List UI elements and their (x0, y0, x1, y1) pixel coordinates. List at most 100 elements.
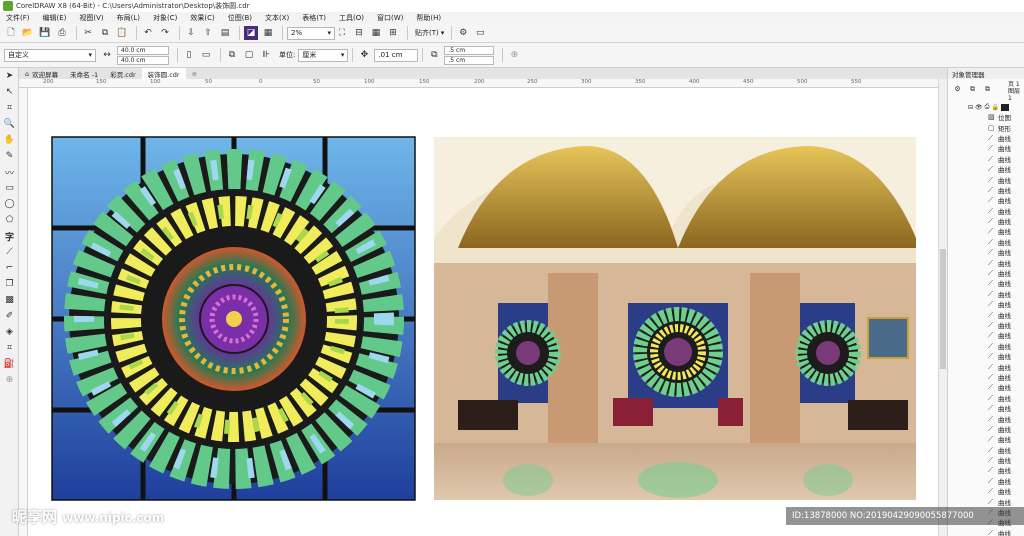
zoom-level-select[interactable]: 2% ▾ (287, 26, 335, 40)
lock-icon[interactable]: 🔒 (991, 104, 998, 111)
edit-across-layers-icon[interactable]: ⧉ (982, 84, 993, 95)
object-list-item[interactable]: ⟋ 曲线 (948, 486, 1024, 496)
object-list-item[interactable]: ⟋ 曲线 (948, 361, 1024, 372)
object-list-item[interactable]: ⟋ 曲线 (948, 434, 1024, 444)
menu-bitmaps[interactable]: 位图(B) (228, 13, 252, 23)
object-list-item[interactable]: ⟋ 曲线 (948, 476, 1024, 486)
snap-to-dropdown[interactable]: 贴齐(T) ▾ (412, 27, 447, 40)
tab-welcome-screen[interactable]: ⌂ 欢迎屏幕 (19, 68, 64, 79)
landscape-icon[interactable]: ▭ (199, 48, 213, 62)
menu-window[interactable]: 窗口(W) (377, 13, 403, 23)
page-width-input[interactable]: 40.0 cm (117, 45, 169, 55)
object-list-item[interactable]: ⟋ 曲线 (948, 393, 1024, 403)
undo-icon[interactable]: ↶ (141, 26, 155, 40)
tab-caiye[interactable]: 彩页.cdr (104, 68, 141, 79)
redo-icon[interactable]: ↷ (158, 26, 172, 40)
full-screen-icon[interactable]: ⛶ (335, 26, 349, 40)
print-icon[interactable]: ⎙ (55, 26, 69, 40)
app-launcher-icon[interactable]: ▦ (261, 26, 275, 40)
parallel-dimension-icon[interactable]: ⟋ (0, 244, 19, 260)
object-list-item[interactable]: ⟋ 曲线 (948, 320, 1024, 330)
object-list-item[interactable]: ⟋ 曲线 (948, 403, 1024, 413)
object-list-item[interactable]: ⟋ 曲线 (948, 341, 1024, 351)
smart-fill-icon[interactable]: ⛽ (0, 356, 19, 372)
object-list-item[interactable]: ⟋ 曲线 (948, 413, 1024, 424)
vertical-ruler[interactable] (19, 88, 28, 536)
pan-tool-icon[interactable]: ✋ (0, 132, 19, 148)
copy-icon[interactable]: ⧉ (98, 26, 112, 40)
options-gear-icon[interactable]: ⚙ (456, 26, 470, 40)
pick-tool-icon[interactable]: ➤ (0, 68, 19, 84)
page-size-select[interactable]: 自定义 ▾ (4, 48, 96, 62)
object-list-item[interactable]: ⟋ 曲线 (948, 528, 1024, 536)
interactive-fill-icon[interactable]: ◈ (0, 324, 19, 340)
show-grid-icon[interactable]: ▦ (369, 26, 383, 40)
menu-view[interactable]: 视图(V) (79, 13, 103, 23)
menu-file[interactable]: 文件(F) (6, 13, 30, 23)
duplicate-y-input[interactable]: .5 cm (444, 55, 495, 65)
add-tool-icon[interactable]: ⊕ (0, 372, 19, 388)
object-list-item[interactable]: ⟋ 曲线 (948, 278, 1024, 288)
scrollbar-thumb[interactable] (940, 249, 946, 369)
zoom-tool-icon[interactable]: 🔍 (0, 116, 19, 132)
all-pages-icon[interactable]: ⧉ (225, 48, 239, 62)
transparency-tool-icon[interactable]: ▩ (0, 292, 19, 308)
menu-table[interactable]: 表格(T) (302, 13, 326, 23)
portrait-icon[interactable]: ▯ (182, 48, 196, 62)
object-list-item[interactable]: ⟋ 曲线 (948, 206, 1024, 216)
page-layout-icon[interactable]: ⊪ (259, 48, 273, 62)
object-list-item[interactable]: ⟋ 曲线 (948, 143, 1024, 153)
import-icon[interactable]: ⇩ (184, 26, 198, 40)
menu-tools[interactable]: 工具(O) (339, 13, 364, 23)
object-list-item[interactable]: ⟋ 曲线 (948, 174, 1024, 185)
object-list-item[interactable]: ⟋ 曲线 (948, 496, 1024, 507)
visibility-eye-icon[interactable]: 👁 (975, 104, 983, 111)
drop-shadow-icon[interactable]: ❐ (0, 276, 19, 292)
object-list-item[interactable]: ▨ 位图 (948, 112, 1024, 122)
menu-layout[interactable]: 布局(L) (117, 13, 140, 23)
launch-icon[interactable]: ▭ (473, 26, 487, 40)
tab-zhuangshiyuan[interactable]: 装饰圆.cdr (141, 68, 186, 79)
menu-text[interactable]: 文本(X) (265, 13, 289, 23)
add-page-icon[interactable]: ⊕ (507, 48, 521, 62)
object-list-item[interactable]: ⟋ 曲线 (948, 455, 1024, 465)
artistic-media-icon[interactable]: 〰 (0, 164, 19, 180)
object-list-item[interactable]: ⟋ 曲线 (948, 351, 1024, 361)
object-list-item[interactable]: ⟋ 曲线 (948, 154, 1024, 164)
object-list-item[interactable]: ⟋ 曲线 (948, 309, 1024, 320)
object-list-item[interactable]: ⟋ 曲线 (948, 247, 1024, 257)
object-list-item[interactable]: ⟋ 曲线 (948, 289, 1024, 299)
object-list-item[interactable]: ⟋ 曲线 (948, 465, 1024, 475)
current-page-icon[interactable]: ▢ (242, 48, 256, 62)
object-list-item[interactable]: ⟋ 曲线 (948, 268, 1024, 278)
object-list-item[interactable]: ⟋ 曲线 (948, 372, 1024, 382)
drawing-canvas[interactable] (28, 88, 938, 536)
cut-icon[interactable]: ✂ (81, 26, 95, 40)
interior-photo[interactable] (434, 137, 916, 500)
duplicate-x-input[interactable]: .5 cm (444, 45, 495, 55)
save-icon[interactable]: 💾 (38, 26, 52, 40)
rectangle-tool-icon[interactable]: ▭ (0, 180, 19, 196)
export-icon[interactable]: ⇧ (201, 26, 215, 40)
text-tool-icon[interactable]: 字 (0, 228, 19, 244)
mesh-fill-icon[interactable]: ⌗ (0, 340, 19, 356)
page-height-input[interactable]: 40.0 cm (117, 55, 169, 65)
menu-object[interactable]: 对象(C) (153, 13, 177, 23)
layer-row[interactable]: ⊟ 👁 ⎙ 🔒 (948, 102, 1024, 112)
object-list-item[interactable]: ⟋ 曲线 (948, 216, 1024, 226)
object-list-item[interactable]: ⟋ 曲线 (948, 382, 1024, 392)
connector-tool-icon[interactable]: ⌐ (0, 260, 19, 276)
horizontal-ruler[interactable]: 200 150 100 50 0 50 100 150 200 250 300 … (19, 79, 938, 88)
paste-icon[interactable]: 📋 (115, 26, 129, 40)
tab-untitled-1[interactable]: 未命名 -1 (64, 68, 104, 79)
object-list-item[interactable]: ⟋ 曲线 (948, 237, 1024, 247)
object-list-item[interactable]: ⟋ 曲线 (948, 445, 1024, 455)
polygon-tool-icon[interactable]: ⬠ (0, 212, 19, 228)
freehand-tool-icon[interactable]: ✎ (0, 148, 19, 164)
collapse-icon[interactable]: ⊟ (968, 104, 973, 111)
layer-properties-icon[interactable]: ⚙ (952, 84, 963, 95)
layer-manager-view-icon[interactable]: ⧉ (967, 84, 978, 95)
menu-help[interactable]: 帮助(H) (416, 13, 441, 23)
object-list-item[interactable]: ⟋ 曲线 (948, 299, 1024, 309)
object-list-item[interactable]: ⟋ 曲线 (948, 195, 1024, 205)
